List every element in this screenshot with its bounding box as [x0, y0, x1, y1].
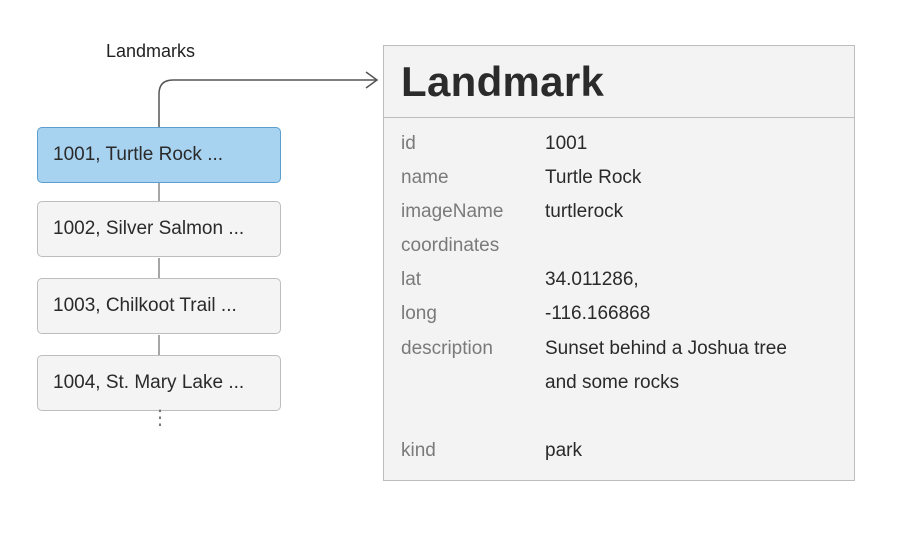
- field-key: name: [401, 167, 449, 188]
- list-item-label: 1002, Silver Salmon ...: [53, 218, 245, 239]
- more-items-icon: ⋮: [150, 407, 170, 429]
- field-key: coordinates: [401, 235, 500, 256]
- field-value: and some rocks: [545, 372, 680, 393]
- arrow-path: [158, 79, 376, 127]
- field-value: park: [545, 440, 582, 461]
- field-key: long: [401, 303, 437, 324]
- field-value: turtlerock: [545, 201, 624, 222]
- list-item-label: 1004, St. Mary Lake ...: [53, 372, 245, 393]
- field-key: id: [401, 133, 416, 154]
- list-item-1003[interactable]: 1003, Chilkoot Trail ...: [37, 278, 281, 334]
- field-value: 1001: [545, 133, 588, 154]
- field-key: imageName: [401, 201, 504, 222]
- landmark-detail-panel: Landmark id 1001 name Turtle Rock imageN…: [383, 45, 855, 481]
- detail-title: Landmark: [401, 57, 605, 105]
- list-item-1004[interactable]: 1004, St. Mary Lake ...: [37, 355, 281, 411]
- list-item-label: 1001, Turtle Rock ...: [53, 144, 224, 165]
- field-value: 34.011286,: [545, 269, 639, 290]
- field-key: kind: [401, 440, 436, 461]
- field-value: Turtle Rock: [545, 167, 642, 188]
- field-value: Sunset behind a Joshua tree: [545, 338, 787, 359]
- field-key: description: [401, 338, 493, 359]
- field-key: lat: [401, 269, 422, 290]
- list-item-1002[interactable]: 1002, Silver Salmon ...: [37, 201, 281, 257]
- detail-header: Landmark: [384, 46, 854, 118]
- field-value: -116.166868: [545, 303, 651, 324]
- list-item-1001[interactable]: 1001, Turtle Rock ...: [37, 127, 281, 183]
- list-item-label: 1003, Chilkoot Trail ...: [53, 295, 237, 316]
